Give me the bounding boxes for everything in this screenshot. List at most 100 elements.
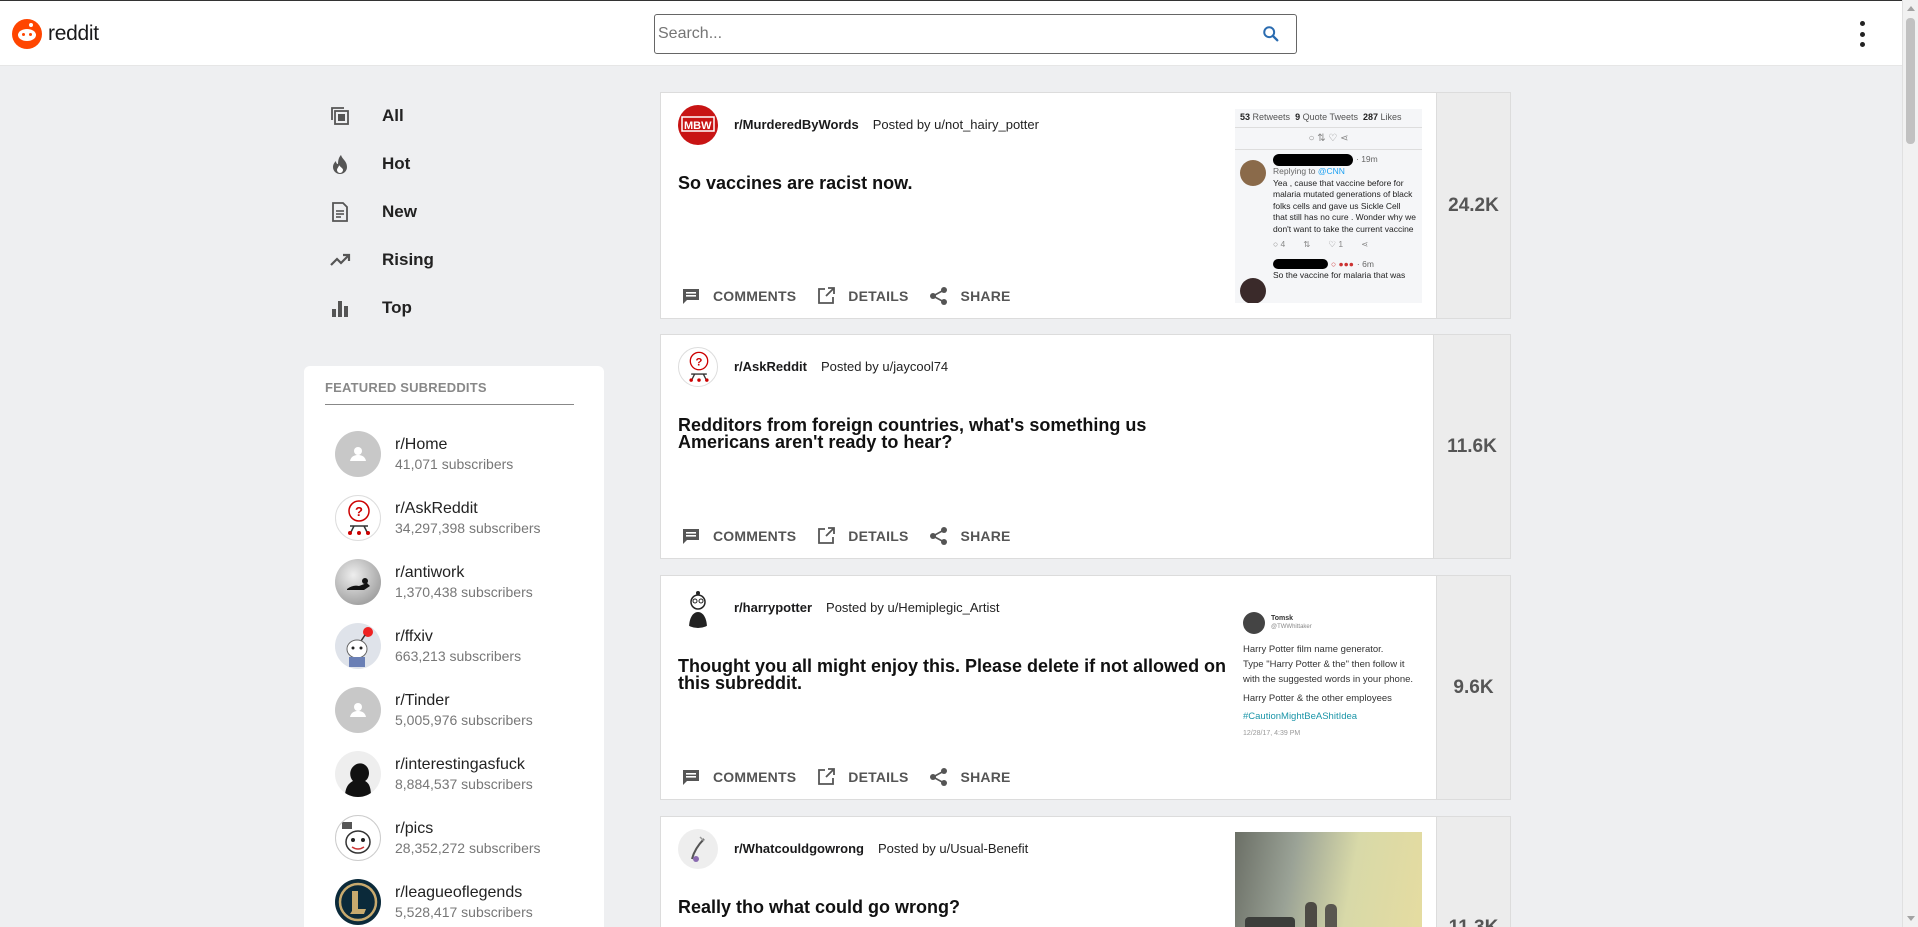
share-button[interactable]: SHARE	[929, 286, 1011, 306]
search-input[interactable]	[655, 15, 1235, 53]
featured-item-askreddit[interactable]: ? r/AskReddit 34,297,398 subscribers	[335, 495, 541, 541]
comments-label: COMMENTS	[713, 288, 797, 304]
trending-up-icon	[328, 248, 352, 272]
tweet-time: · 19m	[1356, 154, 1378, 165]
default-avatar-icon	[335, 431, 381, 477]
details-label: DETAILS	[848, 288, 909, 304]
post-author[interactable]: Posted by u/jaycool74	[821, 359, 948, 374]
share-icon	[929, 768, 947, 786]
nav-item-new[interactable]: New	[328, 188, 434, 236]
post-subreddit-link[interactable]: r/AskReddit	[734, 359, 807, 374]
post-thumbnail[interactable]: 53 Retweets 9 Quote Tweets 287 Likes ○ ⇅…	[1235, 109, 1422, 303]
retweet-count: 53	[1240, 112, 1251, 122]
subreddit-name: r/AskReddit	[395, 500, 478, 517]
featured-item-interestingasfuck[interactable]: r/interestingasfuck 8,884,537 subscribers	[335, 751, 533, 797]
tweet-handle: @TWWhittaker	[1271, 624, 1312, 630]
post-author[interactable]: Posted by u/Hemiplegic_Artist	[826, 600, 999, 615]
share-button[interactable]: SHARE	[929, 526, 1011, 546]
post-subreddit-link[interactable]: r/Whatcouldgowrong	[734, 841, 864, 856]
quote-label: Quote Tweets	[1302, 112, 1358, 122]
svg-text:?: ?	[696, 356, 703, 368]
tweet-text: So the vaccine for malaria that was	[1273, 270, 1406, 280]
details-button[interactable]: DETAILS	[816, 526, 908, 546]
leagueoflegends-avatar-icon	[335, 879, 381, 925]
page-scrollbar[interactable]	[1902, 0, 1918, 927]
comment-icon	[683, 289, 699, 304]
subreddit-name: r/antiwork	[395, 564, 465, 581]
post-title[interactable]: So vaccines are racist now.	[678, 174, 1238, 192]
default-avatar-icon	[335, 687, 381, 733]
post-card[interactable]: r/Whatcouldgowrong Posted by u/Usual-Ben…	[660, 816, 1511, 927]
comments-button[interactable]: COMMENTS	[681, 286, 796, 306]
share-button[interactable]: SHARE	[929, 767, 1011, 787]
subscriber-count: 5,005,976 subscribers	[395, 712, 533, 728]
subscriber-count: 5,528,417 subscribers	[395, 904, 533, 920]
scroll-down-icon[interactable]	[1907, 916, 1915, 921]
post-meta: r/AskReddit Posted by u/jaycool74	[734, 359, 948, 374]
video-vehicle	[1245, 917, 1295, 927]
like-label: Likes	[1380, 112, 1402, 122]
like-count: 287	[1363, 112, 1379, 122]
share-icon	[929, 287, 947, 305]
nav-item-hot[interactable]: Hot	[328, 140, 434, 188]
subreddit-name: r/Home	[395, 436, 448, 453]
nav-item-all[interactable]: All	[328, 92, 434, 140]
tweet-text: Harry Potter & the other employees	[1243, 693, 1392, 704]
post-title[interactable]: Redditors from foreign countries, what's…	[678, 416, 1238, 451]
layers-icon	[328, 104, 352, 128]
details-button[interactable]: DETAILS	[816, 286, 908, 306]
more-options-icon[interactable]	[1856, 21, 1868, 47]
nav-item-top[interactable]: Top	[328, 284, 434, 332]
heart-count: 1	[1338, 239, 1344, 249]
featured-item-home[interactable]: r/Home 41,071 subscribers	[335, 431, 513, 477]
interestingasfuck-avatar-icon	[335, 751, 381, 797]
post-author[interactable]: Posted by u/Usual-Benefit	[878, 841, 1028, 856]
reddit-logo[interactable]: reddit	[12, 19, 99, 49]
featured-item-ffxiv[interactable]: r/ffxiv 663,213 subscribers	[335, 623, 521, 669]
tweet-text: Yea , cause that vaccine before for mala…	[1273, 177, 1416, 234]
post-meta: r/harrypotter Posted by u/Hemiplegic_Art…	[734, 600, 999, 615]
nav-item-rising[interactable]: Rising	[328, 236, 434, 284]
post-card[interactable]: MBW r/MurderedByWords Posted by u/not_ha…	[660, 92, 1511, 319]
featured-item-tinder[interactable]: r/Tinder 5,005,976 subscribers	[335, 687, 533, 733]
subreddit-name: r/pics	[395, 820, 434, 837]
featured-item-leagueoflegends[interactable]: r/leagueoflegends 5,528,417 subscribers	[335, 879, 533, 925]
tweet-actions-icon: ○ ⇅ ♡ ⋖	[1235, 128, 1422, 150]
details-button[interactable]: DETAILS	[816, 767, 908, 787]
details-label: DETAILS	[848, 528, 909, 544]
scroll-up-icon[interactable]	[1907, 6, 1915, 11]
post-card[interactable]: r/harrypotter Posted by u/Hemiplegic_Art…	[660, 575, 1511, 800]
replying-to-label: Replying to	[1273, 166, 1316, 176]
post-title[interactable]: Really tho what could go wrong?	[678, 898, 1238, 916]
askreddit-avatar-icon: ?	[678, 347, 718, 387]
post-subreddit-link[interactable]: r/MurderedByWords	[734, 117, 859, 132]
comments-button[interactable]: COMMENTS	[681, 526, 796, 546]
post-thumbnail[interactable]	[1235, 832, 1422, 927]
logo-text: reddit	[48, 22, 99, 45]
emoji-icon: ○ ●●●	[1331, 258, 1354, 269]
mention-handle: @CNN	[1317, 166, 1345, 176]
scrollbar-thumb[interactable]	[1906, 18, 1915, 144]
featured-item-antiwork[interactable]: r/antiwork 1,370,438 subscribers	[335, 559, 533, 605]
flame-icon	[328, 152, 352, 176]
comment-icon	[683, 529, 699, 544]
tweet-text: Type "Harry Potter & the" then follow it…	[1243, 659, 1414, 685]
featured-item-pics[interactable]: r/pics 28,352,272 subscribers	[335, 815, 541, 861]
redacted-name: · 19m	[1273, 154, 1417, 166]
murderedbywords-avatar-icon: MBW	[678, 105, 718, 145]
subreddit-name: r/leagueoflegends	[395, 884, 523, 901]
comments-button[interactable]: COMMENTS	[681, 767, 796, 787]
post-thumbnail[interactable]: Tomsk @TWWhittaker Harry Potter film name…	[1235, 604, 1422, 764]
post-subreddit-link[interactable]: r/harrypotter	[734, 600, 812, 615]
post-title[interactable]: Thought you all might enjoy this. Please…	[678, 657, 1238, 692]
post-actions: COMMENTS DETAILS SHARE	[681, 767, 1011, 787]
redacted-name	[1273, 259, 1328, 270]
reply-count: 4	[1280, 239, 1286, 249]
post-card[interactable]: ? r/AskReddit Posted by u/jaycool74 Redd…	[660, 334, 1511, 559]
post-author[interactable]: Posted by u/not_hairy_potter	[873, 117, 1039, 132]
subscriber-count: 663,213 subscribers	[395, 648, 522, 664]
nav-label: New	[382, 202, 417, 221]
top-bar: reddit	[0, 0, 1902, 66]
search-icon[interactable]	[1262, 25, 1280, 43]
subscriber-count: 8,884,537 subscribers	[395, 776, 533, 792]
